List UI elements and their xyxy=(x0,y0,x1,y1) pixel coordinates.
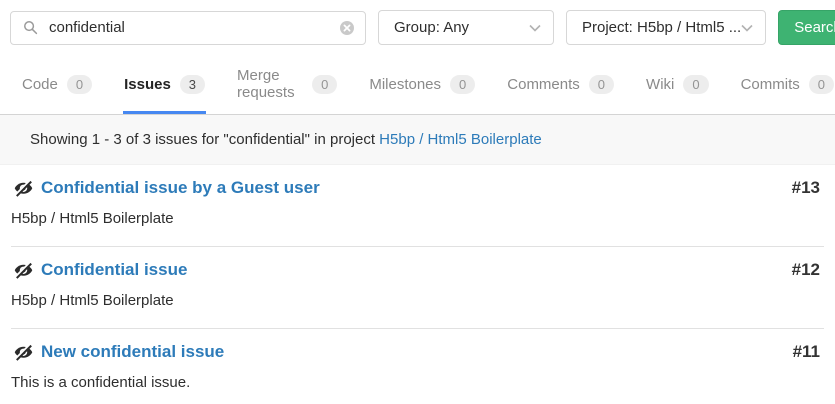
result-title-link[interactable]: Confidential issue by a Guest user xyxy=(41,178,320,198)
tab-count-badge: 0 xyxy=(683,75,708,94)
search-input[interactable] xyxy=(47,18,339,37)
confidential-eye-slash-icon xyxy=(14,262,33,279)
tab-merge-requests[interactable]: Merge requests 0 xyxy=(236,55,338,114)
tab-label: Wiki xyxy=(646,76,674,93)
result-head: New confidential issue #11 xyxy=(11,342,824,362)
tab-label: Commits xyxy=(741,76,800,93)
result-issue-id: #13 xyxy=(792,178,824,198)
tab-issues[interactable]: Issues 3 xyxy=(123,55,206,114)
tab-label: Issues xyxy=(124,76,171,93)
project-filter-label: Project: H5bp / Html5 ... xyxy=(582,19,741,36)
result-head: Confidential issue by a Guest user #13 xyxy=(11,178,824,198)
tab-count-badge: 0 xyxy=(589,75,614,94)
tab-commits[interactable]: Commits 0 xyxy=(740,55,835,114)
result-description: This is a confidential issue. xyxy=(11,374,824,391)
results-summary-text: Showing 1 - 3 of 3 issues for "confident… xyxy=(30,131,375,148)
search-results-list: Confidential issue by a Guest user #13 H… xyxy=(11,165,824,404)
search-icon xyxy=(23,20,38,35)
chevron-down-icon xyxy=(741,24,753,32)
project-filter-dropdown[interactable]: Project: H5bp / Html5 ... xyxy=(566,10,766,45)
result-issue-id: #11 xyxy=(793,342,824,362)
tab-count-badge: 0 xyxy=(809,75,834,94)
search-tabs: Code 0 Issues 3 Merge requests 0 Milesto… xyxy=(0,55,835,115)
tab-label: Merge requests xyxy=(237,67,303,101)
search-result-item: Confidential issue by a Guest user #13 H… xyxy=(11,165,824,246)
result-project-name: H5bp / Html5 Boilerplate xyxy=(11,292,824,309)
result-project-name: H5bp / Html5 Boilerplate xyxy=(11,210,824,227)
confidential-eye-slash-icon xyxy=(14,344,33,361)
results-summary-bar: Showing 1 - 3 of 3 issues for "confident… xyxy=(0,115,835,165)
confidential-eye-slash-icon xyxy=(14,180,33,197)
tab-count-badge: 0 xyxy=(312,75,337,94)
tab-comments[interactable]: Comments 0 xyxy=(506,55,615,114)
chevron-down-icon xyxy=(529,24,541,32)
tab-milestones[interactable]: Milestones 0 xyxy=(368,55,476,114)
tab-label: Code xyxy=(22,76,58,93)
summary-project-link[interactable]: H5bp / Html5 Boilerplate xyxy=(379,131,542,148)
tab-label: Milestones xyxy=(369,76,441,93)
tab-wiki[interactable]: Wiki 0 xyxy=(645,55,710,114)
result-title-link[interactable]: Confidential issue xyxy=(41,260,187,280)
group-filter-dropdown[interactable]: Group: Any xyxy=(378,10,554,45)
result-issue-id: #12 xyxy=(792,260,824,280)
tab-count-badge: 0 xyxy=(450,75,475,94)
search-bar: Group: Any Project: H5bp / Html5 ... Sea… xyxy=(0,0,835,55)
search-input-container[interactable] xyxy=(10,11,366,45)
group-filter-label: Group: Any xyxy=(394,19,469,36)
search-button[interactable]: Search xyxy=(778,10,835,45)
tab-label: Comments xyxy=(507,76,580,93)
search-result-item: New confidential issue #11 This is a con… xyxy=(11,328,824,404)
result-title-link[interactable]: New confidential issue xyxy=(41,342,224,362)
clear-search-icon[interactable] xyxy=(339,20,355,36)
tab-code[interactable]: Code 0 xyxy=(21,55,93,114)
tab-count-badge: 0 xyxy=(67,75,92,94)
tab-count-badge: 3 xyxy=(180,75,205,94)
search-result-item: Confidential issue #12 H5bp / Html5 Boil… xyxy=(11,246,824,328)
result-head: Confidential issue #12 xyxy=(11,260,824,280)
